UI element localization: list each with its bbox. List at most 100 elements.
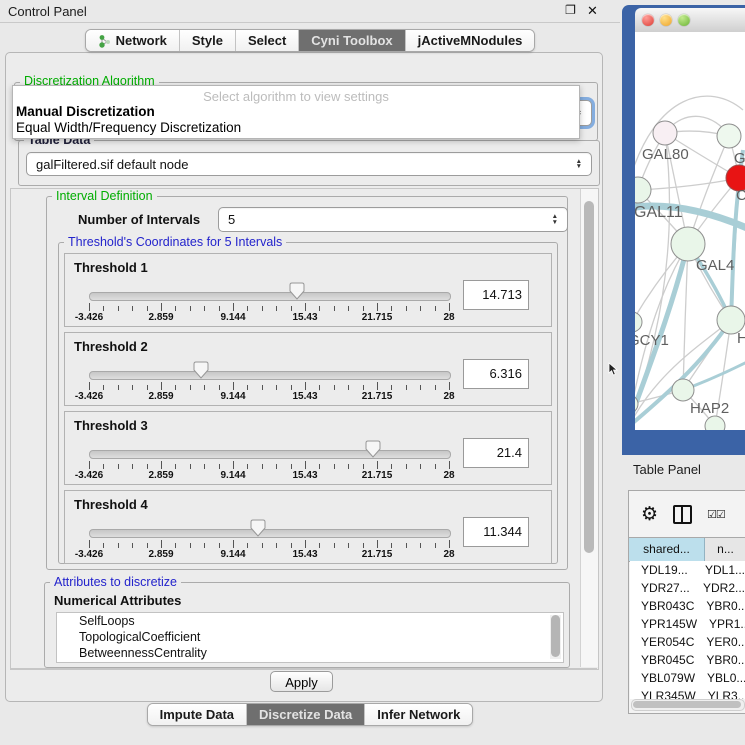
- close-icon[interactable]: ✕: [585, 3, 600, 18]
- list-item[interactable]: TopologicalCoefficient: [57, 629, 563, 645]
- table-row[interactable]: YBR045CYBR0...: [630, 651, 745, 669]
- number-of-intervals-combobox[interactable]: 5 ▲▼: [218, 207, 568, 232]
- table-cell: YDL1...: [693, 561, 745, 579]
- tick-label: 9.144: [220, 391, 245, 402]
- node-gcy1[interactable]: [635, 312, 642, 332]
- tick-mark: [118, 464, 119, 469]
- tick-mark: [319, 543, 320, 548]
- tick-mark: [449, 540, 450, 548]
- threshold-value-field[interactable]: 14.713: [463, 280, 529, 310]
- threshold-slider[interactable]: [89, 371, 451, 380]
- tab-infer-network[interactable]: Infer Network: [365, 704, 472, 725]
- network-canvas[interactable]: GAL80 GA C GAL11 GAL4 GCY1 H HAP2: [635, 32, 745, 430]
- threshold-value-field[interactable]: 21.4: [463, 438, 529, 468]
- vertical-scrollbar[interactable]: [580, 189, 598, 667]
- slider-handle[interactable]: [365, 440, 381, 458]
- tab-network[interactable]: Network: [86, 30, 180, 51]
- threshold-slider[interactable]: [89, 529, 451, 538]
- table-row[interactable]: YBR043CYBR0...: [630, 597, 745, 615]
- tick-mark: [175, 306, 176, 311]
- option-manual-discretization[interactable]: Manual Discretization: [16, 104, 155, 119]
- tab-label: Select: [248, 33, 286, 48]
- tick-mark: [103, 543, 104, 548]
- tick-mark: [262, 385, 263, 390]
- tick-mark: [103, 464, 104, 469]
- tick-mark: [449, 382, 450, 390]
- table-row[interactable]: YLR345WYLR3...: [630, 687, 745, 699]
- tick-label: 28: [443, 312, 454, 323]
- tick-marks: [89, 540, 449, 549]
- tick-mark: [204, 306, 205, 311]
- columns-icon[interactable]: [673, 505, 692, 524]
- table-cell: YBL079W: [630, 669, 695, 687]
- table-row[interactable]: YER054CYER0...: [630, 633, 745, 651]
- tick-mark: [247, 385, 248, 390]
- tick-mark: [276, 385, 277, 390]
- tick-mark: [132, 385, 133, 390]
- table-data-value: galFiltered.sif default node: [36, 157, 188, 172]
- list-item[interactable]: BetweennessCentrality: [57, 645, 563, 661]
- option-equal-width-frequency[interactable]: Equal Width/Frequency Discretization: [16, 120, 241, 135]
- tick-mark: [334, 306, 335, 311]
- tab-cyni-toolbox[interactable]: Cyni Toolbox: [299, 30, 405, 51]
- float-window-icon[interactable]: ❐: [563, 3, 578, 18]
- node-ga[interactable]: [717, 124, 741, 148]
- tick-labels: -3.4262.8599.14415.4321.71528: [89, 470, 449, 482]
- table-cell: YPR145W: [630, 615, 697, 633]
- tick-mark: [276, 543, 277, 548]
- tick-mark: [363, 385, 364, 390]
- node-gal4[interactable]: [671, 227, 705, 261]
- table-row[interactable]: YDR27...YDR2...: [630, 579, 745, 597]
- threshold-slider[interactable]: [89, 450, 451, 459]
- tick-mark: [305, 303, 306, 311]
- tick-mark: [348, 543, 349, 548]
- tick-label: 28: [443, 470, 454, 481]
- tab-jactivemnodules[interactable]: jActiveMNodules: [406, 30, 535, 51]
- tick-mark: [377, 540, 378, 548]
- tab-discretize-data[interactable]: Discretize Data: [247, 704, 365, 725]
- gear-icon[interactable]: ⚙: [641, 505, 658, 524]
- tick-label: 9.144: [220, 549, 245, 560]
- list-item[interactable]: SelfLoops: [57, 613, 563, 629]
- table-row[interactable]: YPR145WYPR1...: [630, 615, 745, 633]
- threshold-value-field[interactable]: 6.316: [463, 359, 529, 389]
- tab-style[interactable]: Style: [180, 30, 236, 51]
- horizontal-scrollbar[interactable]: [631, 699, 745, 711]
- apply-button[interactable]: Apply: [270, 671, 333, 692]
- column-header-shared-name[interactable]: shared...: [629, 538, 705, 561]
- list-scrollbar[interactable]: [550, 615, 561, 659]
- scrollbar-thumb[interactable]: [633, 701, 741, 708]
- tick-label: 21.715: [362, 391, 393, 402]
- slider-handle[interactable]: [289, 282, 305, 300]
- scrollbar-thumb[interactable]: [584, 201, 594, 553]
- tab-label: Discretize Data: [259, 707, 352, 722]
- threshold-value-field[interactable]: 11.344: [463, 517, 529, 547]
- network-window-titlebar[interactable]: [635, 8, 745, 33]
- close-traffic-light[interactable]: [642, 14, 654, 26]
- scrollbar-thumb[interactable]: [551, 615, 560, 657]
- tick-mark: [161, 303, 162, 311]
- tab-impute-data[interactable]: Impute Data: [148, 704, 247, 725]
- tab-select[interactable]: Select: [236, 30, 299, 51]
- column-header-name[interactable]: n...: [705, 538, 745, 561]
- threshold-slider[interactable]: [89, 292, 451, 301]
- node-hap2[interactable]: [672, 379, 694, 401]
- tick-label: 21.715: [362, 470, 393, 481]
- tick-mark: [334, 385, 335, 390]
- node-table: ⚙ ☑☑ shared... n... YDL19...YDL1...YDR27…: [628, 490, 745, 714]
- table-row[interactable]: YBL079WYBL0...: [630, 669, 745, 687]
- tick-mark: [348, 464, 349, 469]
- zoom-traffic-light[interactable]: [678, 14, 690, 26]
- tick-mark: [118, 543, 119, 548]
- node-gal80[interactable]: [653, 121, 677, 145]
- node-gal11[interactable]: [635, 177, 651, 203]
- minimize-traffic-light[interactable]: [660, 14, 672, 26]
- tick-mark: [449, 461, 450, 469]
- slider-handle[interactable]: [250, 519, 266, 537]
- table-row[interactable]: YDL19...YDL1...: [630, 561, 745, 579]
- select-columns-icon[interactable]: ☑☑: [707, 508, 725, 521]
- table-data-combobox[interactable]: galFiltered.sif default node ▲▼: [26, 152, 592, 176]
- slider-handle[interactable]: [193, 361, 209, 379]
- table-cell: YDR27...: [630, 579, 691, 597]
- tick-mark: [319, 464, 320, 469]
